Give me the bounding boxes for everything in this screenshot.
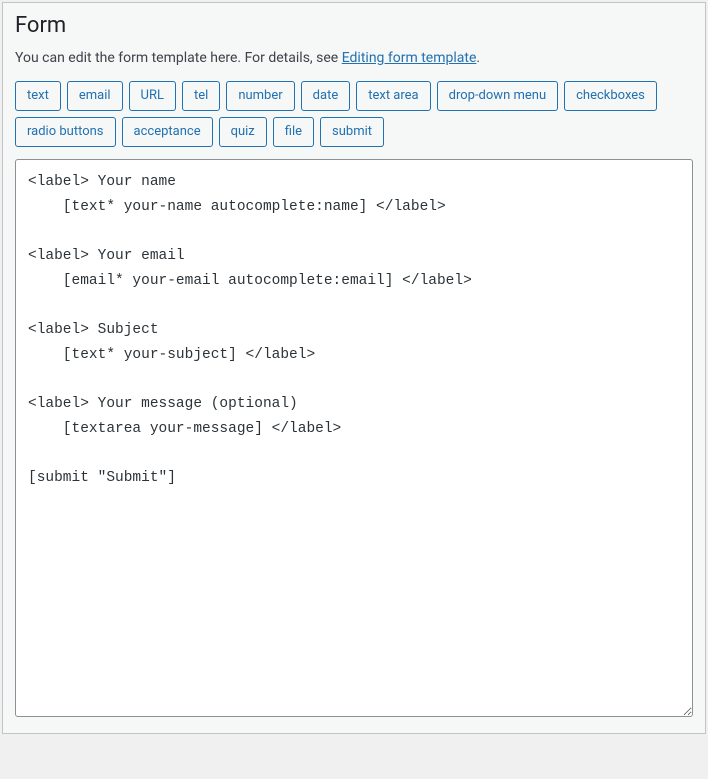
panel-title: Form <box>15 13 693 38</box>
tag-email-button[interactable]: email <box>67 81 123 111</box>
tag-generator-buttons: text email URL tel number date text area… <box>15 81 693 147</box>
panel-description: You can edit the form template here. For… <box>15 48 693 69</box>
tag-submit-button[interactable]: submit <box>320 117 384 147</box>
tag-dropdown-button[interactable]: drop-down menu <box>437 81 558 111</box>
description-text-prefix: You can edit the form template here. For… <box>15 50 342 66</box>
tag-number-button[interactable]: number <box>226 81 294 111</box>
tag-acceptance-button[interactable]: acceptance <box>122 117 213 147</box>
tag-file-button[interactable]: file <box>273 117 314 147</box>
form-template-textarea[interactable] <box>15 159 693 717</box>
tag-radio-button[interactable]: radio buttons <box>15 117 116 147</box>
editing-template-link[interactable]: Editing form template <box>342 50 477 66</box>
tag-tel-button[interactable]: tel <box>182 81 220 111</box>
form-panel: Form You can edit the form template here… <box>2 2 706 734</box>
tag-date-button[interactable]: date <box>301 81 351 111</box>
tag-textarea-button[interactable]: text area <box>356 81 430 111</box>
description-text-suffix: . <box>476 50 480 66</box>
tag-text-button[interactable]: text <box>15 81 61 111</box>
tag-quiz-button[interactable]: quiz <box>219 117 267 147</box>
tag-checkboxes-button[interactable]: checkboxes <box>564 81 657 111</box>
tag-url-button[interactable]: URL <box>129 81 176 111</box>
